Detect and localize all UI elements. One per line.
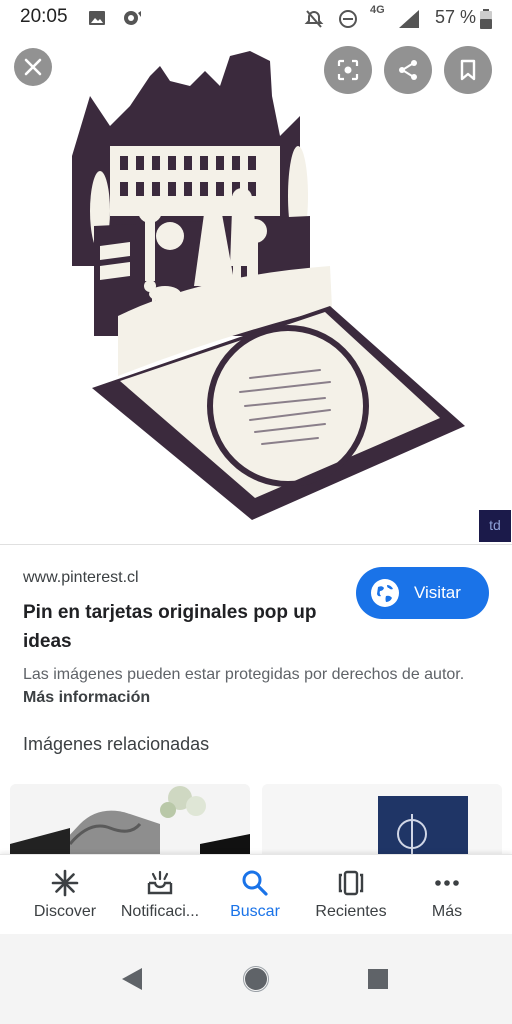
watermark-logo: td	[479, 510, 511, 542]
source-url: www.pinterest.cl	[23, 569, 139, 586]
recent-cards-icon	[338, 870, 364, 896]
bottom-navigation: Discover Notificaci... Buscar Recientes …	[0, 854, 512, 935]
visit-label: Visitar	[414, 583, 461, 602]
nav-label: Más	[431, 903, 463, 920]
status-time: 20:05	[20, 6, 68, 27]
lens-icon	[337, 59, 359, 81]
related-image-thumbnail[interactable]	[262, 784, 502, 856]
recents-icon[interactable]	[367, 968, 389, 990]
signal-icon	[398, 9, 420, 35]
lens-button[interactable]	[324, 46, 372, 94]
popup-card-image	[72, 51, 465, 520]
nav-discover[interactable]: Discover	[17, 855, 113, 935]
copyright-note: Las imágenes pueden estar protegidas por…	[23, 663, 493, 709]
save-button[interactable]	[444, 46, 492, 94]
battery-icon	[480, 9, 492, 35]
more-info-link[interactable]: Más información	[23, 689, 150, 706]
nav-more[interactable]: Más	[399, 855, 495, 935]
back-icon[interactable]	[120, 966, 144, 992]
network-type: 4G	[370, 4, 385, 16]
divider	[0, 544, 512, 545]
asterisk-icon	[51, 869, 79, 897]
more-dots-icon	[435, 880, 459, 886]
mute-icon	[304, 9, 324, 35]
nav-recent[interactable]: Recientes	[303, 855, 399, 935]
globe-icon	[370, 578, 400, 608]
nav-notifications[interactable]: Notificaci...	[112, 855, 208, 935]
close-button[interactable]	[14, 48, 52, 86]
nav-label: Buscar	[230, 903, 280, 920]
share-button[interactable]	[384, 46, 432, 94]
close-icon	[24, 58, 42, 76]
system-navigation-bar	[0, 934, 512, 1024]
result-title[interactable]: Pin en tarjetas originales pop up ideas	[23, 598, 343, 656]
copyright-text: Las imágenes pueden estar protegidas por…	[23, 666, 465, 683]
visit-button[interactable]: Visitar	[356, 567, 489, 619]
nav-label: Recientes	[315, 903, 387, 920]
related-images-heading: Imágenes relacionadas	[23, 734, 210, 754]
bookmark-icon	[460, 59, 476, 81]
image-preview[interactable]: td	[0, 36, 512, 544]
status-bar: 20:05 4G 57 %	[0, 0, 512, 36]
related-image-thumbnail[interactable]	[10, 784, 250, 856]
do-not-disturb-icon	[338, 9, 358, 35]
battery-percent: 57 %	[434, 7, 476, 27]
nav-search[interactable]: Buscar	[207, 855, 303, 935]
camera-notification-icon	[122, 9, 142, 33]
search-icon	[242, 870, 268, 896]
notification-tray-icon	[147, 870, 173, 895]
home-icon[interactable]	[243, 966, 269, 992]
nav-label: Discover	[33, 903, 97, 920]
share-icon	[399, 60, 417, 80]
nav-label: Notificaci...	[120, 903, 200, 920]
gallery-notification-icon	[88, 9, 106, 33]
